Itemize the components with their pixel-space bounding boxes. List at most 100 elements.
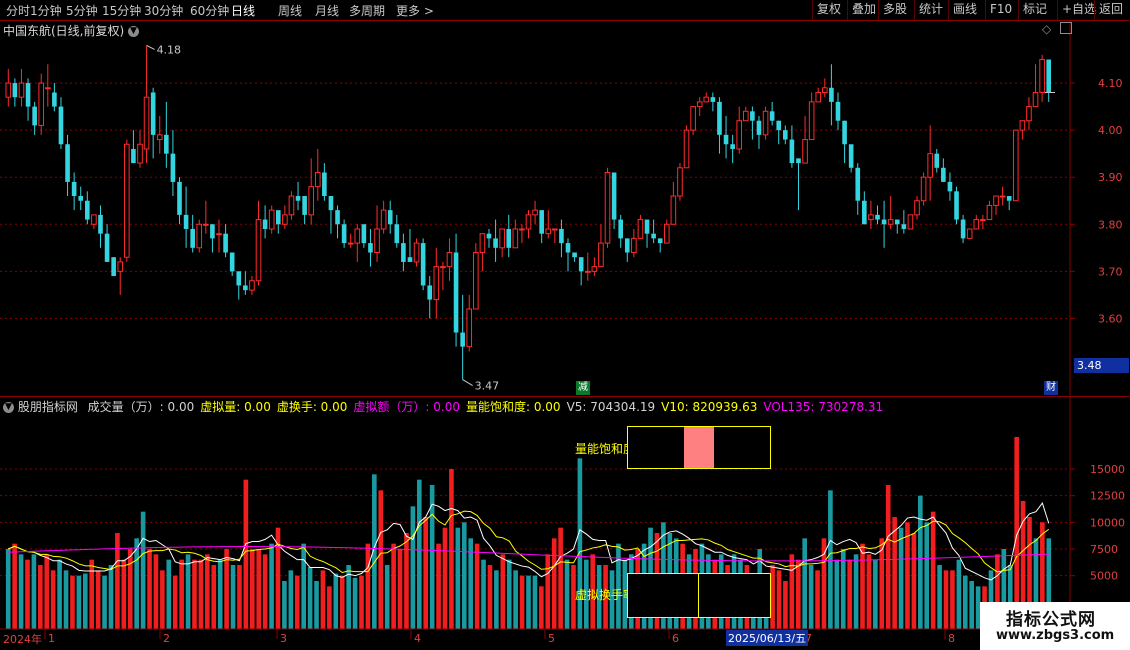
candle (519, 224, 525, 244)
candle (578, 257, 584, 286)
candle (862, 191, 867, 225)
candle (986, 200, 993, 221)
candle (907, 214, 914, 230)
volume-bar (339, 575, 345, 629)
volume-bar (956, 559, 962, 629)
candle (966, 228, 973, 239)
period-tab[interactable]: 分时 (6, 2, 30, 19)
candle (446, 238, 453, 281)
volume-bar (866, 554, 872, 629)
candle (268, 205, 275, 234)
period-tab[interactable]: 周线 (278, 2, 302, 19)
period-tab[interactable]: 日线 (231, 2, 255, 19)
volume-bar (31, 554, 37, 629)
month-label: 6 (672, 632, 679, 645)
candle (479, 233, 486, 272)
candle (164, 101, 169, 168)
candle (91, 214, 97, 229)
volume-bar (301, 543, 306, 629)
volume-bar (294, 575, 300, 629)
candle (78, 186, 84, 211)
toolbar-button[interactable]: 标记 (1018, 0, 1051, 20)
reduction-badge[interactable]: 减 (576, 381, 590, 395)
candle (302, 196, 307, 225)
candle (973, 214, 980, 230)
year-label: 2024年 (3, 633, 42, 646)
candle (486, 228, 492, 248)
indicator-title[interactable]: 股朋指标网 (18, 400, 78, 414)
candle (368, 228, 373, 267)
candle (756, 116, 762, 149)
candle (901, 210, 907, 234)
toolbar-button[interactable]: 画线 (948, 0, 981, 20)
volume-bar (172, 575, 178, 629)
month-label: 2 (163, 632, 170, 645)
candle (275, 210, 281, 234)
volume-bar (911, 533, 917, 629)
candle (651, 219, 656, 244)
finance-badge[interactable]: 财 (1044, 381, 1058, 395)
candle (914, 196, 920, 220)
saturation-fill (684, 427, 714, 468)
volume-bar (532, 575, 538, 629)
candle (387, 200, 393, 234)
candle (236, 271, 242, 300)
period-tab[interactable]: 30分钟 (144, 2, 183, 19)
candle (38, 73, 45, 135)
candle (710, 92, 716, 112)
volume-tick-label: 5000 (1090, 570, 1118, 583)
diamond-icon[interactable]: ◇ (1042, 22, 1051, 36)
period-tab[interactable]: 更多 > (396, 2, 434, 19)
volume-bar (230, 565, 236, 629)
chevron-down-icon[interactable]: ▼ (128, 26, 140, 37)
candle (539, 210, 544, 244)
candle (999, 186, 1006, 206)
toolbar-button[interactable]: F10 (985, 0, 1016, 20)
volume-bar (384, 565, 390, 629)
period-tab[interactable]: 60分钟 (190, 2, 229, 19)
volume-bar (455, 527, 461, 629)
candle (829, 64, 834, 126)
candle (65, 134, 70, 197)
period-tab[interactable]: 15分钟 (102, 2, 141, 19)
volume-bar (282, 581, 287, 629)
volume-bar (237, 565, 242, 629)
candle (394, 214, 400, 248)
volume-bar (416, 479, 422, 629)
candle (288, 191, 295, 220)
period-tab[interactable]: 5分钟 (66, 2, 98, 19)
toolbar-button[interactable]: 统计 (914, 0, 947, 20)
cursor-date: 2025/06/13/五 (726, 630, 809, 646)
volume-chart[interactable]: 150001250010000750050001 2 3 4 5 6 7 8 (0, 397, 1130, 650)
toolbar-button[interactable]: 复权 (812, 0, 845, 20)
volume-bar (905, 522, 910, 629)
candle (328, 196, 334, 234)
candle (52, 83, 57, 112)
candle (532, 200, 538, 225)
toolbar-button[interactable]: 返回 (1094, 0, 1127, 20)
period-tab[interactable]: 月线 (315, 2, 339, 19)
window-icon[interactable] (1060, 22, 1072, 34)
volume-bar (449, 469, 454, 629)
candle (762, 106, 769, 140)
volume-bar (38, 565, 43, 629)
chevron-down-icon[interactable]: ▼ (3, 402, 14, 413)
price-tick-label: 3.90 (1098, 171, 1123, 184)
toolbar-button[interactable]: 叠加 (847, 0, 880, 20)
volume-bar (898, 527, 904, 629)
candle (1019, 120, 1026, 140)
candle (203, 200, 209, 234)
candle (552, 228, 558, 244)
candle (927, 125, 933, 201)
volume-bar (545, 554, 551, 629)
turnover-box (627, 573, 771, 618)
period-tab[interactable]: 多周期 (349, 2, 385, 19)
toolbar-button[interactable]: 多股 (878, 0, 911, 20)
period-tab[interactable]: 1分钟 (30, 2, 62, 19)
candle (137, 130, 143, 168)
candle (117, 257, 124, 295)
legend-item: 虚换手: 0.00 (276, 400, 348, 414)
price-chart[interactable]: 4.10 4.00 3.90 3.80 3.70 3.60 4.18 3.47 (0, 21, 1130, 396)
candle (440, 261, 446, 291)
candle (98, 205, 103, 248)
